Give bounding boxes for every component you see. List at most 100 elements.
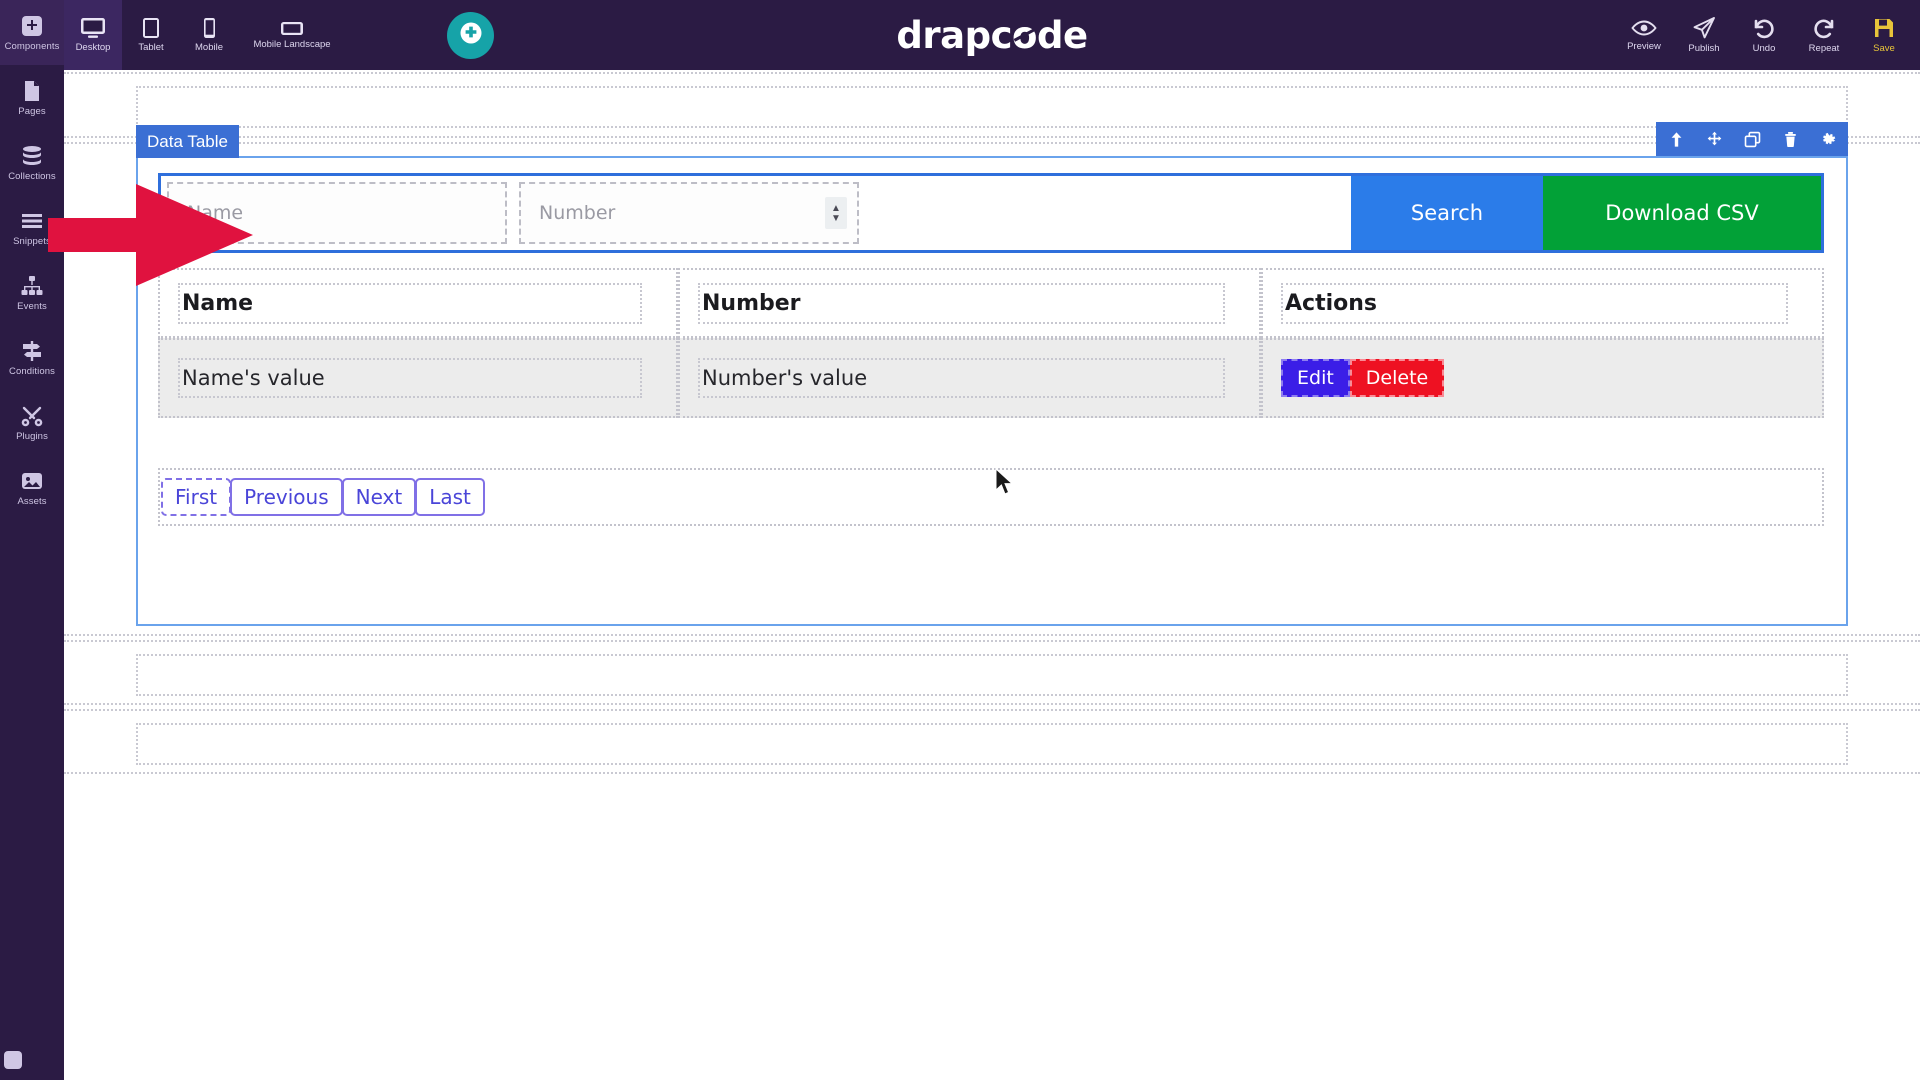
sidebar-label-pages: Pages xyxy=(18,106,46,118)
sidebar-label-snippets: Snippets xyxy=(13,236,51,248)
search-button[interactable]: Search xyxy=(1351,176,1543,250)
publish-button[interactable]: Publish xyxy=(1674,0,1734,70)
pagination-next-button[interactable]: Next xyxy=(341,478,417,516)
repeat-button[interactable]: Repeat xyxy=(1794,0,1854,70)
datatable-badge[interactable]: Data Table xyxy=(136,125,239,158)
sidebar-item-plugins[interactable]: Plugins xyxy=(0,390,64,455)
header-label-name: Name xyxy=(182,290,254,316)
mobile-icon xyxy=(203,17,216,39)
datatable-section[interactable]: Data Table Name Number ▲ ▼ Search Downlo… xyxy=(64,122,1920,636)
stepper-down-icon[interactable]: ▼ xyxy=(831,213,841,223)
empty-section-middle[interactable] xyxy=(64,640,1920,705)
sidebar-item-events[interactable]: Events xyxy=(0,260,64,325)
sidebar-item-collections[interactable]: Collections xyxy=(0,130,64,195)
empty-row-bottom[interactable] xyxy=(136,723,1848,765)
device-mobile-landscape[interactable]: Mobile Landscape xyxy=(238,0,346,70)
table-cell-number[interactable]: Number's value xyxy=(678,338,1261,418)
sidebar-item-snippets[interactable]: Snippets xyxy=(0,195,64,260)
sidebar-label-events: Events xyxy=(17,301,47,313)
eye-icon xyxy=(1631,18,1657,38)
save-button[interactable]: Save xyxy=(1854,0,1914,70)
preview-label: Preview xyxy=(1627,41,1661,53)
undo-icon xyxy=(1752,16,1776,40)
device-mobile[interactable]: Mobile xyxy=(180,0,238,70)
tablet-icon xyxy=(142,17,160,39)
lines-icon xyxy=(19,208,45,234)
empty-section-bottom[interactable] xyxy=(64,709,1920,774)
send-icon xyxy=(1692,16,1716,40)
number-search-input[interactable]: Number ▲ ▼ xyxy=(519,182,859,244)
device-breakpoint-group: Desktop Tablet Mobile Mobile Landscape xyxy=(64,0,346,70)
top-toolbar: Desktop Tablet Mobile Mobile Landscape d… xyxy=(64,0,1920,70)
device-desktop[interactable]: Desktop xyxy=(64,0,122,70)
device-mobile-landscape-label: Mobile Landscape xyxy=(253,38,331,50)
empty-section-top[interactable] xyxy=(64,72,1920,138)
device-tablet[interactable]: Tablet xyxy=(122,0,180,70)
data-table[interactable]: Name Number Actions Name's value Number'… xyxy=(158,268,1824,458)
header-label-number: Number xyxy=(702,290,801,316)
sidebar-item-pages[interactable]: Pages xyxy=(0,65,64,130)
undo-button[interactable]: Undo xyxy=(1734,0,1794,70)
cell-value-name: Name's value xyxy=(182,366,325,390)
pagination-bar[interactable]: First Previous Next Last xyxy=(158,468,1824,526)
device-desktop-label: Desktop xyxy=(75,42,111,54)
number-search-placeholder: Number xyxy=(539,202,616,224)
download-csv-button[interactable]: Download CSV xyxy=(1543,176,1821,250)
add-block-button[interactable] xyxy=(447,12,494,59)
sidebar-item-components[interactable]: Components xyxy=(0,0,64,65)
table-header-cell-name[interactable]: Name xyxy=(158,268,678,338)
image-icon xyxy=(19,468,45,494)
delete-button[interactable]: Delete xyxy=(1349,359,1445,397)
gear-icon[interactable] xyxy=(1818,129,1838,149)
name-search-placeholder: Name xyxy=(187,202,244,224)
device-mobile-label: Mobile xyxy=(195,42,223,54)
mobile-landscape-icon xyxy=(280,21,304,36)
arrow-up-icon[interactable] xyxy=(1666,129,1686,149)
brand-text: drapcode xyxy=(896,13,1088,57)
plus-circle-icon xyxy=(456,18,486,53)
sidebar-label-conditions: Conditions xyxy=(9,366,55,378)
sidebar-label-assets: Assets xyxy=(17,496,47,508)
floppy-disk-icon xyxy=(1872,16,1896,40)
sidebar-item-overflow[interactable] xyxy=(0,1040,64,1080)
table-cell-actions[interactable]: Edit Delete xyxy=(1261,338,1824,418)
name-search-input[interactable]: Name xyxy=(167,182,507,244)
table-row[interactable]: Name's value Number's value Edit Delete xyxy=(158,338,1824,418)
table-cell-name[interactable]: Name's value xyxy=(158,338,678,418)
plus-square-icon-bottom xyxy=(0,1047,26,1073)
search-form-row[interactable]: Name Number ▲ ▼ Search Download CSV xyxy=(158,173,1824,253)
number-stepper[interactable]: ▲ ▼ xyxy=(825,197,847,229)
pagination-first-button[interactable]: First xyxy=(161,478,232,516)
signpost-icon xyxy=(19,338,45,364)
device-tablet-label: Tablet xyxy=(138,42,164,54)
header-actions-group: Preview Publish Undo Repeat Save xyxy=(1614,0,1914,70)
search-row-spacer xyxy=(865,176,1351,250)
database-icon xyxy=(19,143,45,169)
repeat-label: Repeat xyxy=(1808,43,1840,55)
sidebar-label-components: Components xyxy=(4,41,60,53)
sitemap-icon xyxy=(19,273,45,299)
preview-button[interactable]: Preview xyxy=(1614,0,1674,70)
cell-value-number: Number's value xyxy=(702,366,868,390)
sidebar-item-assets[interactable]: Assets xyxy=(0,455,64,520)
page-icon xyxy=(19,78,45,104)
pagination-previous-button[interactable]: Previous xyxy=(230,478,343,516)
trash-icon[interactable] xyxy=(1780,129,1800,149)
empty-row-top[interactable] xyxy=(136,86,1848,128)
tools-icon xyxy=(19,403,45,429)
undo-label: Undo xyxy=(1752,43,1776,55)
table-header-cell-actions[interactable]: Actions xyxy=(1261,268,1824,338)
empty-row-middle[interactable] xyxy=(136,654,1848,696)
copy-icon[interactable] xyxy=(1742,129,1762,149)
design-canvas[interactable]: Data Table Name Number ▲ ▼ Search Downlo… xyxy=(64,70,1920,1080)
pagination-last-button[interactable]: Last xyxy=(415,478,485,516)
publish-label: Publish xyxy=(1688,43,1720,55)
datatable-component[interactable]: Data Table Name Number ▲ ▼ Search Downlo… xyxy=(136,122,1848,626)
sidebar-item-conditions[interactable]: Conditions xyxy=(0,325,64,390)
move-icon[interactable] xyxy=(1704,129,1724,149)
stepper-up-icon[interactable]: ▲ xyxy=(831,203,841,213)
redo-icon xyxy=(1812,16,1836,40)
edit-button[interactable]: Edit xyxy=(1281,359,1350,397)
table-header-cell-number[interactable]: Number xyxy=(678,268,1261,338)
element-toolbar[interactable] xyxy=(1656,122,1848,156)
